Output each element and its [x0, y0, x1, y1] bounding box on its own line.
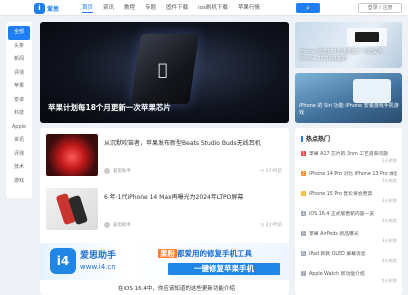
side-card-caption: iPhone 的 Siri 功能 iPhone 安装游戏手机游戏 [299, 103, 399, 116]
rank-badge: 3 [301, 191, 306, 196]
category-item[interactable]: Apple [6, 121, 32, 135]
article-thumbnail [46, 134, 98, 176]
hot-item[interactable]: 3 iPhone 15 Pro 售价将会更高 2小时前 [301, 190, 397, 210]
side-card-sim[interactable]: iPhone 新款SIM卡槽改变了 可能是为iPhone 15/16准备的 [295, 22, 402, 68]
article-stats: ◷ 1小时前 [260, 169, 282, 174]
rank-badge: 5 [301, 231, 306, 236]
hot-item-time: 1小时前 [381, 178, 397, 183]
category-item[interactable]: 头条 [6, 40, 32, 54]
article-author: 爱思助手 [113, 169, 131, 174]
category-item[interactable]: 评测 [6, 148, 32, 162]
hot-item[interactable]: 4 iOS 16.4 正式版更新内容一览 3小时前 [301, 210, 397, 230]
rank-badge: 6 [301, 251, 306, 256]
hot-list: 热点热门 1 苹果 A17 芯片的 3nm 工艺良率问题 1小时前 2 iPho… [295, 128, 402, 295]
article-author: 爱思助手 [113, 223, 131, 228]
hot-item[interactable]: 2 iPhone 14 Pro 对比 iPhone 13 Pro 体验 1小时前 [301, 170, 397, 190]
hot-item-time: 1小时前 [381, 158, 397, 163]
search-icon: ⌕ [306, 4, 310, 12]
hot-item-time: 5小时前 [381, 278, 397, 283]
article-meta: 爱思助手 [104, 168, 131, 174]
ad-banner[interactable]: i4 爱思助手 www.i4.cn 果粉 都爱用的修复手机工具 一键修复苹果手机 [40, 243, 289, 280]
rank-badge: 7 [301, 271, 306, 276]
hot-item-time: 4小时前 [381, 258, 397, 263]
hot-item-title: Apple Watch 新功能介绍 [309, 272, 365, 277]
hot-item-time: 3小时前 [381, 218, 397, 223]
nav-item-topics[interactable]: 专题 [145, 3, 156, 13]
hot-item-title: 苹果 A17 芯片的 3nm 工艺良率问题 [309, 152, 389, 157]
hot-item-title: iPhone 15 Pro 售价将会更高 [309, 192, 373, 197]
nav-item-market[interactable]: 苹果行情 [238, 3, 260, 13]
category-item[interactable]: 安卓 [6, 94, 32, 108]
main-nav: 首页 资讯 教程 专题 固件下载 ios刷机下载 苹果行情 [82, 3, 260, 13]
article-card[interactable]: 从沉默吹笛者，苹果发布新型Beats Studio Buds无线耳机 爱思助手 … [46, 134, 286, 180]
i4-logo-icon: i4 [50, 248, 76, 274]
hot-item[interactable]: 1 苹果 A17 芯片的 3nm 工艺良率问题 1小时前 [301, 150, 397, 170]
category-sidebar: 全部 头条 新闻 评测 苹果 安卓 科技 Apple 资讯 评测 技术 游戏 [6, 22, 32, 198]
side-card-siri[interactable]: iPhone 的 Siri 功能 iPhone 安装游戏手机游戏 [295, 73, 402, 123]
rank-badge: 4 [301, 211, 306, 216]
ad-slogan-text: 都爱用的修复手机工具 [177, 249, 252, 258]
site-logo[interactable]: i 爱思 [34, 2, 66, 14]
ad-slogan: 果粉 都爱用的修复手机工具 [158, 248, 252, 259]
category-item[interactable]: 新闻 [6, 53, 32, 67]
hot-list-title: 热点热门 [301, 134, 330, 143]
ad-slogan-badge: 果粉 [158, 249, 177, 258]
search-button[interactable]: ⌕ [296, 3, 320, 13]
hot-item-title: iOS 16.4 正式版更新内容一览 [309, 212, 375, 217]
category-item[interactable]: 科技 [6, 107, 32, 121]
hot-item-title: iPhone 14 Pro 对比 iPhone 13 Pro 体验 [309, 172, 397, 177]
nav-item-flash[interactable]: ios刷机下载 [198, 3, 228, 13]
hero-banner[interactable]:  苹果计划每18个月更新一次苹果芯片 [40, 22, 289, 123]
top-bar: i 爱思 首页 资讯 教程 专题 固件下载 ios刷机下载 苹果行情 ⌕ 登录 … [0, 0, 408, 16]
category-item-all[interactable]: 全部 [8, 26, 30, 40]
rank-badge: 2 [301, 171, 306, 176]
article-card[interactable]: 6 年·1代iPhone 14 Max再曝光为2024年LTPO屏幕 爱思助手 … [46, 188, 286, 234]
hot-item-time: 3小时前 [381, 238, 397, 243]
hot-item[interactable]: 5 苹果 AirPods 新品曝光 3小时前 [301, 230, 397, 250]
category-item[interactable]: 游戏 [6, 175, 32, 189]
nav-item-news[interactable]: 资讯 [103, 3, 114, 13]
category-item[interactable]: 苹果 [6, 80, 32, 94]
hot-item-time: 2小时前 [381, 198, 397, 203]
sim-card-image [355, 32, 379, 42]
side-card-caption: iPhone 新款SIM卡槽改变了 可能是为iPhone 15/16准备的 [299, 49, 384, 62]
nav-item-tutorials[interactable]: 教程 [124, 3, 135, 13]
login-button[interactable]: 登录 / 注册 [358, 3, 402, 13]
ad-cta: 一键修复苹果手机 [168, 263, 280, 275]
nav-item-home[interactable]: 首页 [82, 3, 94, 13]
category-item[interactable]: 评测 [6, 67, 32, 81]
article-thumbnail [46, 188, 98, 230]
hot-item[interactable]: 6 iPad 新款 OLED 屏幕消息 4小时前 [301, 250, 397, 270]
logo-text: 爱思 [47, 5, 60, 13]
avatar [104, 168, 110, 174]
article-stats: ◷ 2小时前 [260, 223, 282, 228]
article-title: 从沉默吹笛者，苹果发布新型Beats Studio Buds无线耳机 [104, 140, 261, 147]
title-accent [301, 135, 303, 142]
ad-url: www.i4.cn [80, 263, 116, 271]
hot-item-title: iPad 新款 OLED 屏幕消息 [309, 252, 366, 257]
avatar [104, 222, 110, 228]
hero-title: 苹果计划每18个月更新一次苹果芯片 [48, 103, 171, 112]
logo-icon: i [34, 2, 45, 14]
phone-image [353, 79, 391, 103]
hot-list-heading: 热点热门 [306, 136, 331, 143]
article-meta: 爱思助手 [104, 222, 131, 228]
rank-badge: 1 [301, 151, 306, 156]
article-title: 6 年·1代iPhone 14 Max再曝光为2024年LTPO屏幕 [104, 194, 244, 201]
nav-item-firmware[interactable]: 固件下载 [166, 3, 188, 13]
hot-item[interactable]: 7 Apple Watch 新功能介绍 5小时前 [301, 270, 397, 290]
ad-brand: 爱思助手 [80, 251, 117, 261]
category-item[interactable]: 资讯 [6, 134, 32, 148]
category-item[interactable]: 技术 [6, 161, 32, 175]
article-title-partial[interactable]: 在iOS 16.4中，你应该知道的这些更新功能介绍 [118, 284, 235, 292]
apple-logo-icon:  [158, 60, 168, 79]
hot-item-title: 苹果 AirPods 新品曝光 [309, 232, 359, 237]
